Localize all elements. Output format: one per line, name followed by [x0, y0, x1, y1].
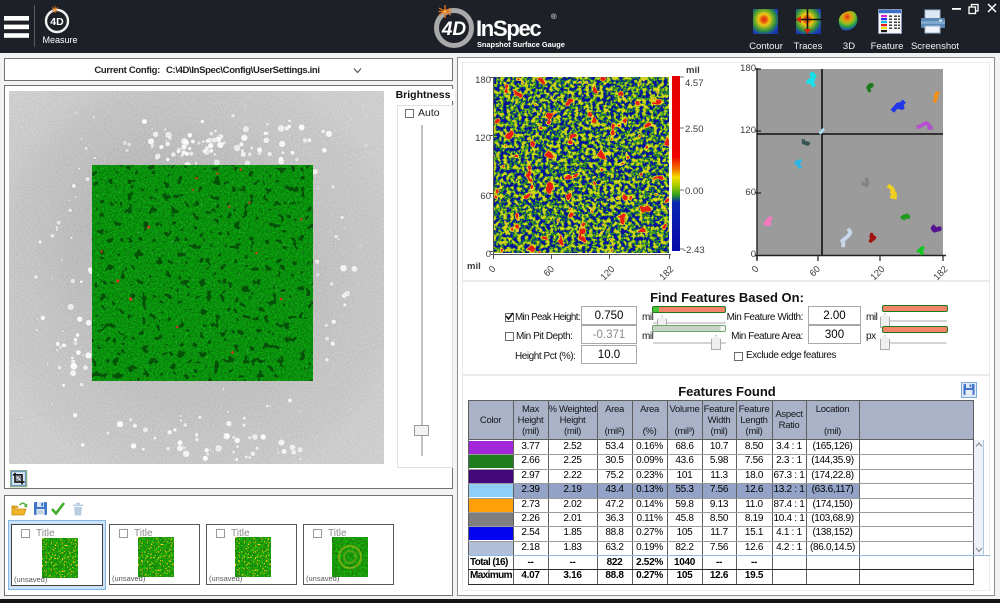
svg-text:InSpec: InSpec	[476, 16, 541, 41]
svg-text:4D: 4D	[50, 16, 64, 28]
svg-text:®: ®	[551, 12, 557, 21]
svg-text:4D: 4D	[441, 19, 467, 40]
svg-text:Snapshot Surface Gauge: Snapshot Surface Gauge	[477, 40, 565, 49]
